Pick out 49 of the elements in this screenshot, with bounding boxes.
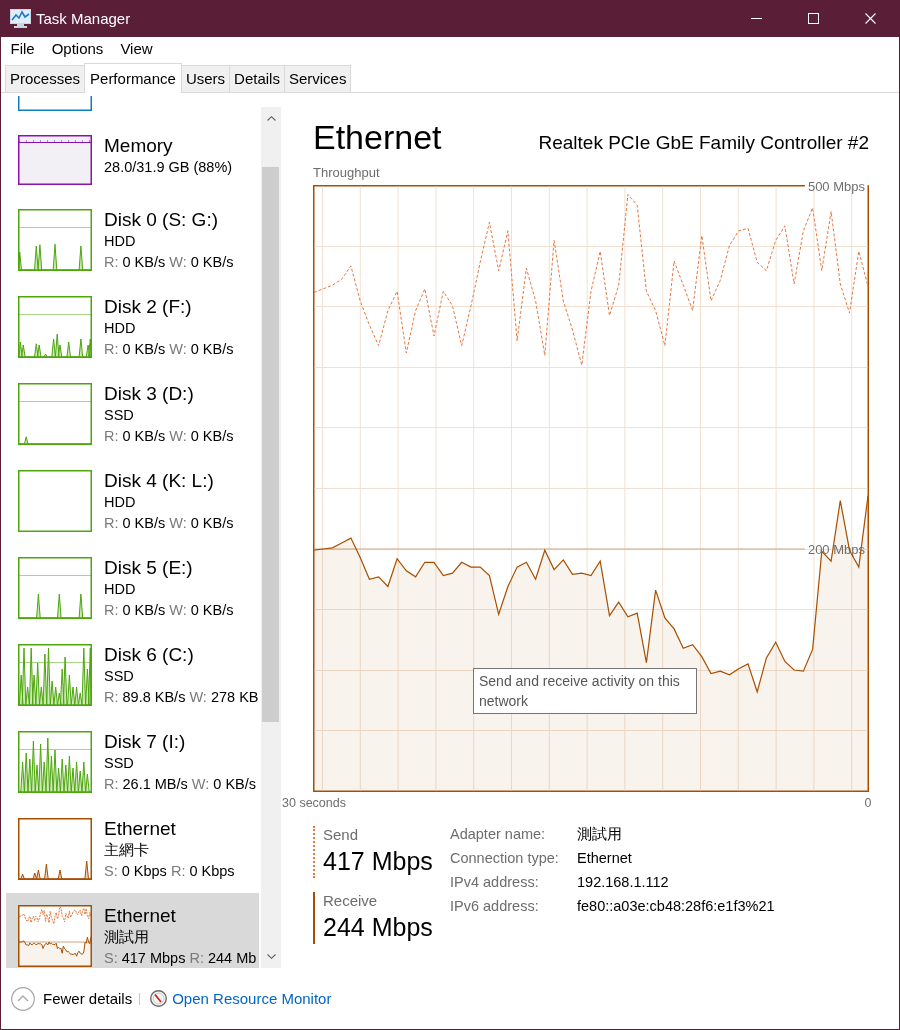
item-title: Memory — [104, 135, 174, 157]
chart-title: Throughput — [313, 165, 380, 181]
item-rates: R: 0 KB/s W: 0 KB/s — [104, 339, 234, 359]
item-rates: R: 0 KB/s W: 0 KB/s — [104, 513, 234, 533]
property-value: fe80::a03e:cb48:28f6:e1f3%21 — [577, 897, 775, 916]
item-title: Disk 4 (K: L:) — [104, 470, 215, 492]
item-rates: S: 417 Mbps R: 244 Mb — [104, 948, 257, 968]
y-tick-label: 500 Mbps — [807, 178, 865, 194]
item-subtitle: SSD — [104, 754, 135, 773]
item-title: Disk 6 (C:) — [104, 644, 195, 666]
property-value: 192.168.1.112 — [577, 873, 670, 892]
rate-label: Send — [323, 826, 360, 844]
item-subtitle: HDD — [104, 232, 137, 251]
item-rates: R: 0 KB/s W: 0 KB/s — [104, 600, 234, 620]
item-title: Ethernet — [104, 818, 177, 840]
item-subtitle: HDD — [104, 580, 137, 599]
item-rates: R: 89.8 KB/s W: 278 KB — [104, 687, 259, 707]
property-label: Connection type: — [450, 849, 560, 868]
rate-value: 244 Mbps — [323, 912, 434, 943]
x-tick-label: 30 seconds — [282, 795, 346, 811]
property-label: IPv6 address: — [450, 897, 540, 916]
item-title: Disk 3 (D:) — [104, 383, 195, 405]
item-title: Disk 0 (S: G:) — [104, 209, 219, 231]
item-rates: S: 0 Kbps R: 0 Kbps — [104, 861, 235, 881]
property-label: IPv4 address: — [450, 873, 540, 892]
panel-title: Ethernet — [313, 117, 442, 157]
property-value: 測試用 — [577, 825, 623, 844]
item-title: Ethernet — [104, 905, 177, 927]
item-subtitle: 測試用 — [104, 928, 150, 947]
item-subtitle: HDD — [104, 319, 137, 338]
item-title: Disk 7 (I:) — [104, 731, 187, 753]
tooltip: Send and receive activity on this network — [473, 668, 697, 714]
rate-value: 417 Mbps — [323, 846, 434, 877]
device-name: Realtek PCIe GbE Family Controller #2 — [538, 131, 869, 155]
item-subtitle: SSD — [104, 667, 135, 686]
item-subtitle: 28.0/31.9 GB (88%) — [104, 158, 233, 177]
item-rates: R: 26.1 MB/s W: 0 KB/s — [104, 774, 257, 794]
item-subtitle: 主網卡 — [104, 841, 150, 860]
property-label: Adapter name: — [450, 825, 547, 844]
item-rates: R: 0 KB/s W: 0 KB/s — [104, 426, 234, 446]
window-title: Task Manager — [36, 8, 131, 29]
item-title: Disk 2 (F:) — [104, 296, 193, 318]
item-rates: R: 0 KB/s W: 0 KB/s — [104, 252, 234, 272]
item-subtitle: HDD — [104, 493, 137, 512]
property-value: Ethernet — [577, 849, 633, 868]
x-tick-label: 0 — [864, 795, 872, 811]
rate-label: Receive — [323, 892, 379, 910]
item-title: Disk 5 (E:) — [104, 557, 194, 579]
item-subtitle: SSD — [104, 406, 135, 425]
